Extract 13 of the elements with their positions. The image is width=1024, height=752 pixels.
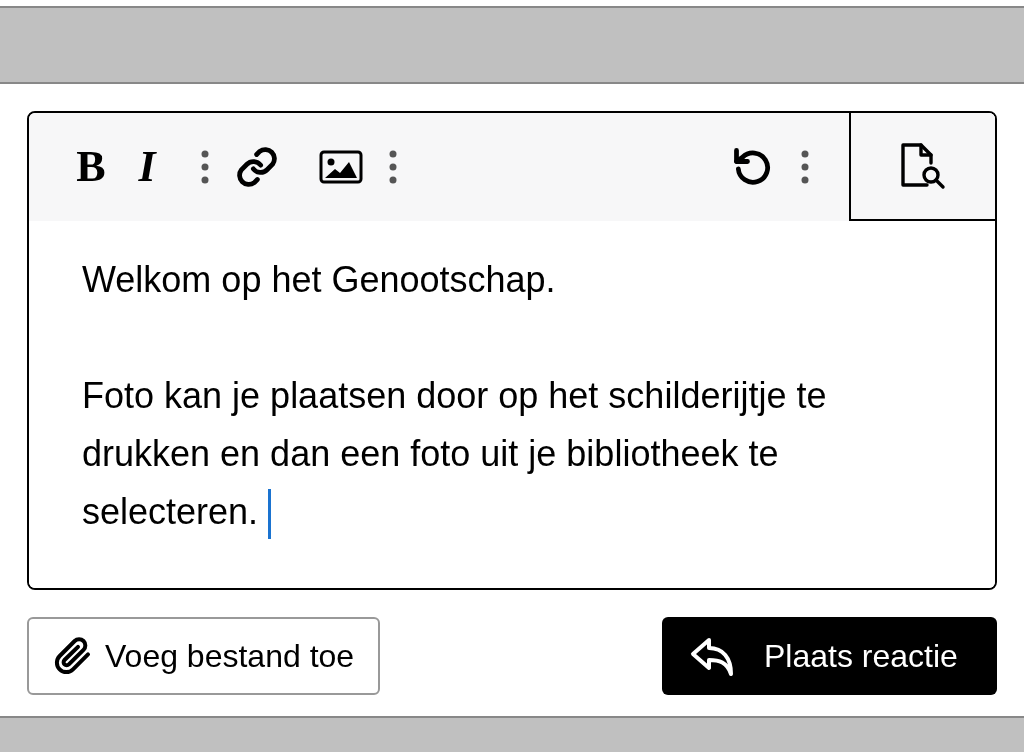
- post-reply-button[interactable]: Plaats reactie: [662, 617, 997, 695]
- image-icon[interactable]: [319, 150, 363, 184]
- more-icon[interactable]: [389, 150, 397, 184]
- text-cursor: [268, 489, 272, 540]
- paragraph: Welkom op het Genootschap.: [82, 258, 557, 302]
- preview-button[interactable]: [849, 113, 995, 221]
- paragraph: Foto kan je plaatsen door op het schilderijtje te drukken en dan een foto uit je bibliotheek te selecteren.: [82, 367, 935, 541]
- link-icon[interactable]: [235, 145, 279, 189]
- more-icon[interactable]: [801, 150, 809, 184]
- attach-file-button[interactable]: Voeg bestand toe: [27, 617, 381, 695]
- more-icon[interactable]: [201, 150, 209, 184]
- italic-button[interactable]: I: [119, 145, 175, 189]
- bold-button[interactable]: B: [63, 145, 119, 189]
